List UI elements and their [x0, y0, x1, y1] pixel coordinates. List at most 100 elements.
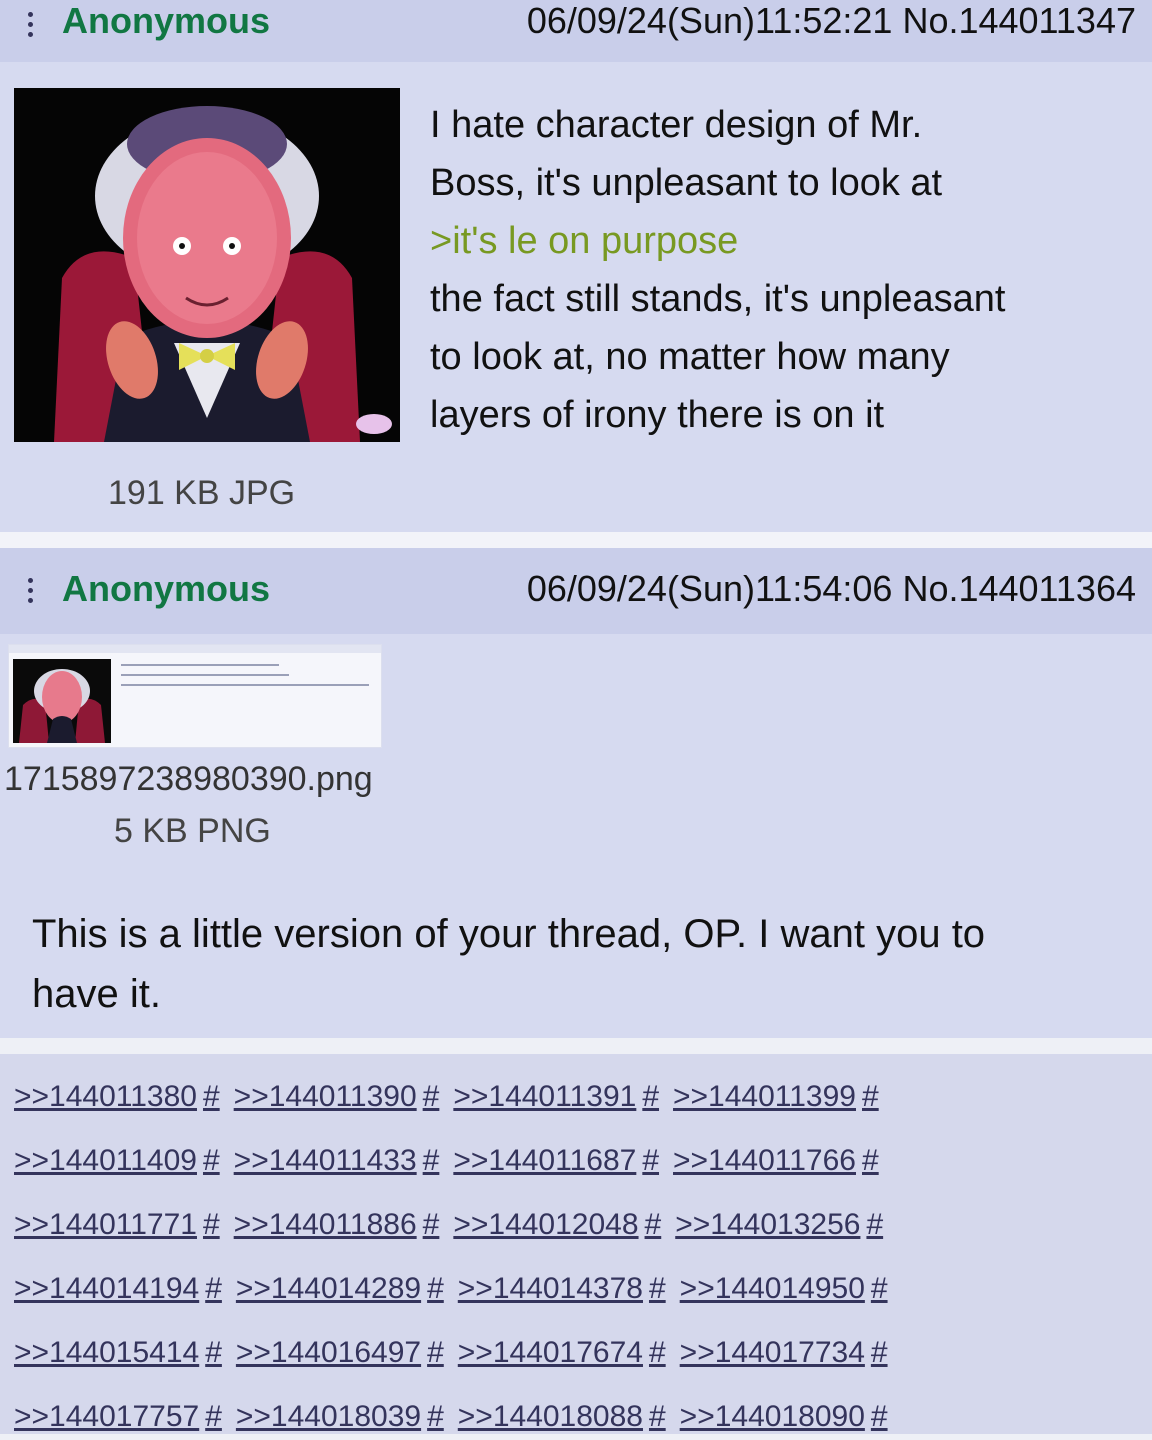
reply-hash[interactable]: # — [866, 1208, 883, 1241]
reply-number[interactable]: >>144011391 — [453, 1080, 636, 1113]
reply-link[interactable]: >>144014378 # — [458, 1272, 666, 1306]
post-body: This is a little version of your thread,… — [32, 904, 1122, 1024]
reply-number[interactable]: >>144011409 — [14, 1144, 197, 1177]
reply-number[interactable]: >>144011380 — [14, 1080, 197, 1113]
cartoon-character-image — [14, 88, 400, 442]
reply-hash[interactable]: # — [871, 1272, 888, 1305]
reply-link[interactable]: >>144012048 # — [453, 1208, 661, 1242]
reply-row: >>144011409 # >>144011433 # >>144011687 # >>14… — [14, 1144, 893, 1184]
reply-link[interactable]: >>144011409 # — [14, 1144, 220, 1178]
reply-hash[interactable]: # — [203, 1144, 220, 1177]
reply-link[interactable]: >>144014194 # — [14, 1272, 222, 1306]
post-meta: 06/09/24(Sun)11:54:06 No.144011364 — [527, 568, 1136, 610]
mini-thread-image — [9, 645, 381, 747]
post-number[interactable]: No.144011364 — [902, 568, 1136, 609]
reply-hash[interactable]: # — [649, 1272, 666, 1305]
reply-number[interactable]: >>144014950 — [680, 1272, 865, 1305]
reply-hash[interactable]: # — [862, 1080, 879, 1113]
reply-number[interactable]: >>144014378 — [458, 1272, 643, 1305]
reply-number[interactable]: >>144011390 — [234, 1080, 417, 1113]
reply-number[interactable]: >>144014194 — [14, 1272, 199, 1305]
reply-hash[interactable]: # — [427, 1400, 444, 1433]
post-line: layers of irony there is on it — [430, 394, 885, 436]
reply-link[interactable]: >>144011771 # — [14, 1208, 220, 1242]
reply-number[interactable]: >>144012048 — [453, 1208, 638, 1241]
reply-number[interactable]: >>144011766 — [673, 1144, 856, 1177]
reply-number[interactable]: >>144016497 — [236, 1336, 421, 1369]
reply-hash[interactable]: # — [649, 1336, 666, 1369]
reply-link[interactable]: >>144016497 # — [236, 1336, 444, 1370]
reply-hash[interactable]: # — [649, 1400, 666, 1433]
reply-hash[interactable]: # — [871, 1336, 888, 1369]
post-menu-icon[interactable] — [16, 4, 44, 44]
post-line: Boss, it's unpleasant to look at — [430, 162, 943, 204]
post-datetime: 06/09/24(Sun)11:54:06 — [526, 568, 893, 609]
reply-hash[interactable]: # — [871, 1400, 888, 1433]
reply-link[interactable]: >>144011886 # — [234, 1208, 440, 1242]
reply-link[interactable]: >>144018039 # — [236, 1400, 444, 1434]
reply-link[interactable]: >>144014950 # — [680, 1272, 888, 1306]
reply-number[interactable]: >>144011433 — [234, 1144, 417, 1177]
reply-number[interactable]: >>144018039 — [236, 1400, 421, 1433]
file-name-link[interactable]: 1715897238980390.png — [4, 760, 373, 799]
reply-number[interactable]: >>144017757 — [14, 1400, 199, 1433]
post-meta: 06/09/24(Sun)11:52:21 No.144011347 — [527, 0, 1136, 42]
reply-number[interactable]: >>144018088 — [458, 1400, 643, 1433]
reply-link[interactable]: >>144011391 # — [453, 1080, 659, 1114]
post-datetime: 06/09/24(Sun)11:52:21 — [526, 0, 893, 41]
post-line: have it. — [32, 972, 161, 1016]
reply-number[interactable]: >>144015414 — [14, 1336, 199, 1369]
reply-link[interactable]: >>144017757 # — [14, 1400, 222, 1434]
reply-link[interactable]: >>144018088 # — [458, 1400, 666, 1434]
post-line: I hate character design of Mr. — [430, 104, 923, 146]
reply-number[interactable]: >>144017674 — [458, 1336, 643, 1369]
poster-name: Anonymous — [62, 568, 271, 609]
reply-hash[interactable]: # — [862, 1144, 879, 1177]
reply-row: >>144017757 # >>144018039 # >>144018088 # >>14… — [14, 1400, 902, 1440]
reply-hash[interactable]: # — [642, 1080, 659, 1113]
reply-hash[interactable]: # — [423, 1080, 440, 1113]
file-size: 5 KB PNG — [114, 812, 271, 850]
reply-hash[interactable]: # — [423, 1144, 440, 1177]
reply-link[interactable]: >>144011390 # — [234, 1080, 440, 1114]
post-menu-icon[interactable] — [16, 570, 44, 610]
reply-hash[interactable]: # — [423, 1208, 440, 1241]
post-image-thumbnail[interactable] — [8, 644, 382, 748]
reply-number[interactable]: >>144011771 — [14, 1208, 197, 1241]
reply-link[interactable]: >>144011766 # — [673, 1144, 879, 1178]
reply-number[interactable]: >>144011886 — [234, 1208, 417, 1241]
reply-hash[interactable]: # — [205, 1272, 222, 1305]
reply-link[interactable]: >>144017674 # — [458, 1336, 666, 1370]
post-image-thumbnail[interactable] — [14, 88, 400, 442]
reply-link[interactable]: >>144011433 # — [234, 1144, 440, 1178]
reply-number[interactable]: >>144014289 — [236, 1272, 421, 1305]
reply-hash[interactable]: # — [203, 1080, 220, 1113]
post-144011347: Anonymous 06/09/24(Sun)11:52:21 No.14401… — [0, 0, 1152, 532]
post-line: This is a little version of your thread,… — [32, 912, 986, 956]
reply-link[interactable]: >>144015414 # — [14, 1336, 222, 1370]
reply-link[interactable]: >>144013256 # — [675, 1208, 883, 1242]
reply-link[interactable]: >>144011687 # — [453, 1144, 659, 1178]
reply-hash[interactable]: # — [645, 1208, 662, 1241]
reply-hash[interactable]: # — [427, 1272, 444, 1305]
reply-number[interactable]: >>144011687 — [453, 1144, 636, 1177]
reply-hash[interactable]: # — [205, 1400, 222, 1433]
reply-hash[interactable]: # — [203, 1208, 220, 1241]
post-header: Anonymous 06/09/24(Sun)11:54:06 No.14401… — [0, 548, 1152, 634]
reply-link[interactable]: >>144018090 # — [680, 1400, 888, 1434]
reply-number[interactable]: >>144013256 — [675, 1208, 860, 1241]
reply-link[interactable]: >>144011380 # — [14, 1080, 220, 1114]
reply-number[interactable]: >>144011399 — [673, 1080, 856, 1113]
reply-link[interactable]: >>144014289 # — [236, 1272, 444, 1306]
reply-link[interactable]: >>144017734 # — [680, 1336, 888, 1370]
reply-hash[interactable]: # — [427, 1336, 444, 1369]
reply-row: >>144015414 # >>144016497 # >>144017674 # >>14… — [14, 1336, 902, 1376]
reply-link[interactable]: >>144011399 # — [673, 1080, 879, 1114]
reply-number[interactable]: >>144017734 — [680, 1336, 865, 1369]
reply-number[interactable]: >>144018090 — [680, 1400, 865, 1433]
post-body: I hate character design of Mr. Boss, it'… — [430, 96, 1130, 444]
post-number[interactable]: No.144011347 — [902, 0, 1136, 41]
poster-name: Anonymous — [62, 0, 271, 41]
reply-hash[interactable]: # — [205, 1336, 222, 1369]
reply-hash[interactable]: # — [642, 1144, 659, 1177]
